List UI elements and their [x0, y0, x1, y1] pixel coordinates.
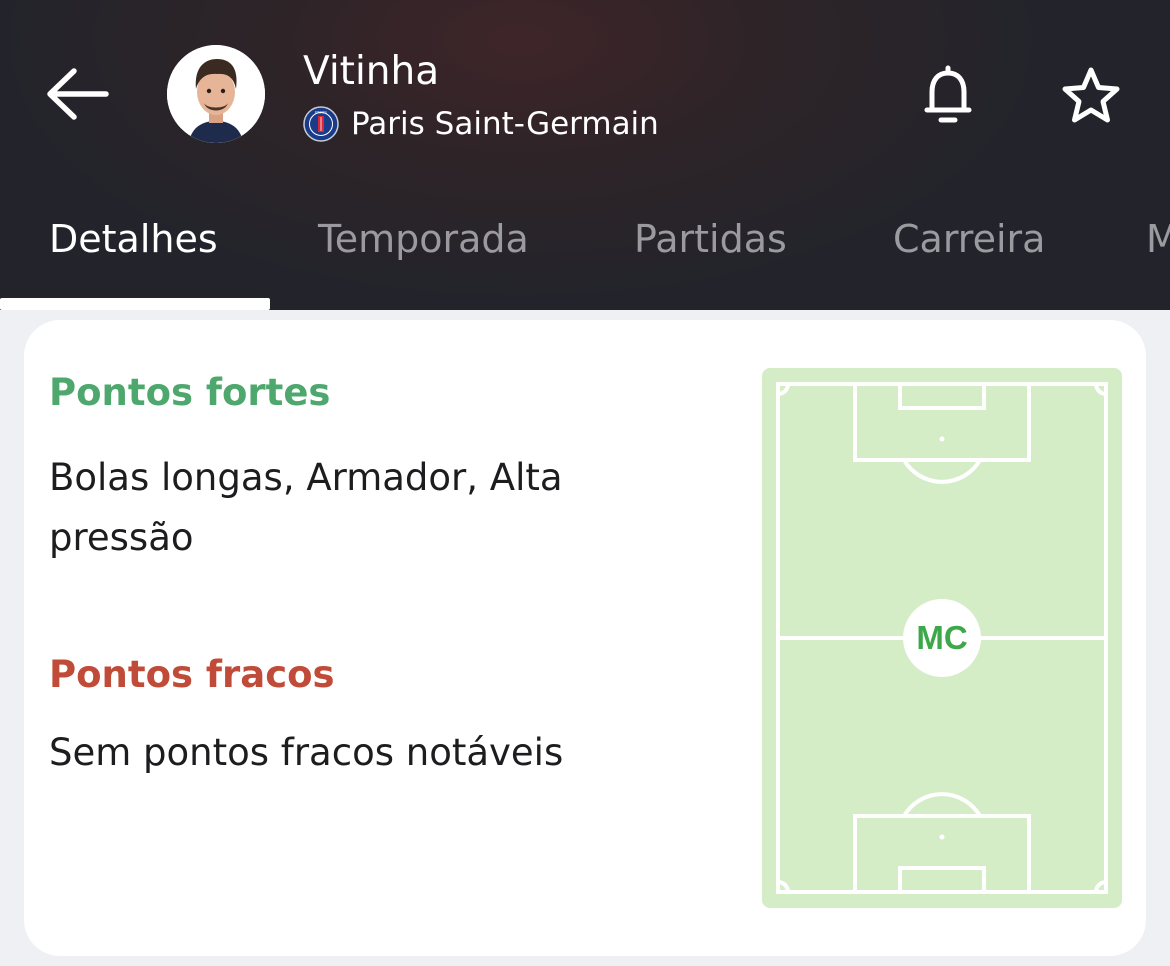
tab-bar: Detalhes Temporada Partidas Carreira M	[0, 200, 1170, 310]
tab-temporada[interactable]: Temporada	[318, 214, 529, 264]
strengths-text: Bolas longas, Armador, Alta pressão	[49, 456, 563, 559]
notifications-button[interactable]	[918, 62, 978, 128]
active-tab-indicator	[0, 298, 270, 310]
star-outline-icon	[1062, 67, 1120, 123]
position-badge: MC	[903, 599, 981, 677]
club-name: Paris Saint-Germain	[351, 106, 659, 142]
strengths-weaknesses-card: Pontos fortes Bolas longas, Armador, Alt…	[24, 320, 1146, 956]
tab-detalhes[interactable]: Detalhes	[49, 214, 218, 264]
strengths-title: Pontos fortes	[49, 371, 331, 414]
weaknesses-text: Sem pontos fracos notáveis	[49, 731, 564, 774]
player-name: Vitinha	[303, 49, 440, 94]
arrow-left-icon	[47, 68, 109, 120]
club-link[interactable]: PARIS Paris Saint-Germain	[303, 104, 659, 144]
player-header: Vitinha PARIS Paris Saint-Germain Detalh…	[0, 0, 1170, 310]
club-badge-icon: PARIS	[303, 106, 339, 142]
favorite-button[interactable]	[1058, 64, 1124, 126]
position-pitch: MC	[762, 368, 1122, 908]
tab-partidas[interactable]: Partidas	[634, 214, 787, 264]
tab-more-partial[interactable]: M	[1146, 214, 1170, 264]
weaknesses-title: Pontos fracos	[49, 653, 335, 696]
tab-carreira[interactable]: Carreira	[893, 214, 1045, 264]
back-button[interactable]	[40, 60, 120, 130]
club-badge-text: PARIS	[315, 109, 327, 114]
player-avatar	[167, 45, 265, 143]
bell-icon	[924, 65, 972, 123]
